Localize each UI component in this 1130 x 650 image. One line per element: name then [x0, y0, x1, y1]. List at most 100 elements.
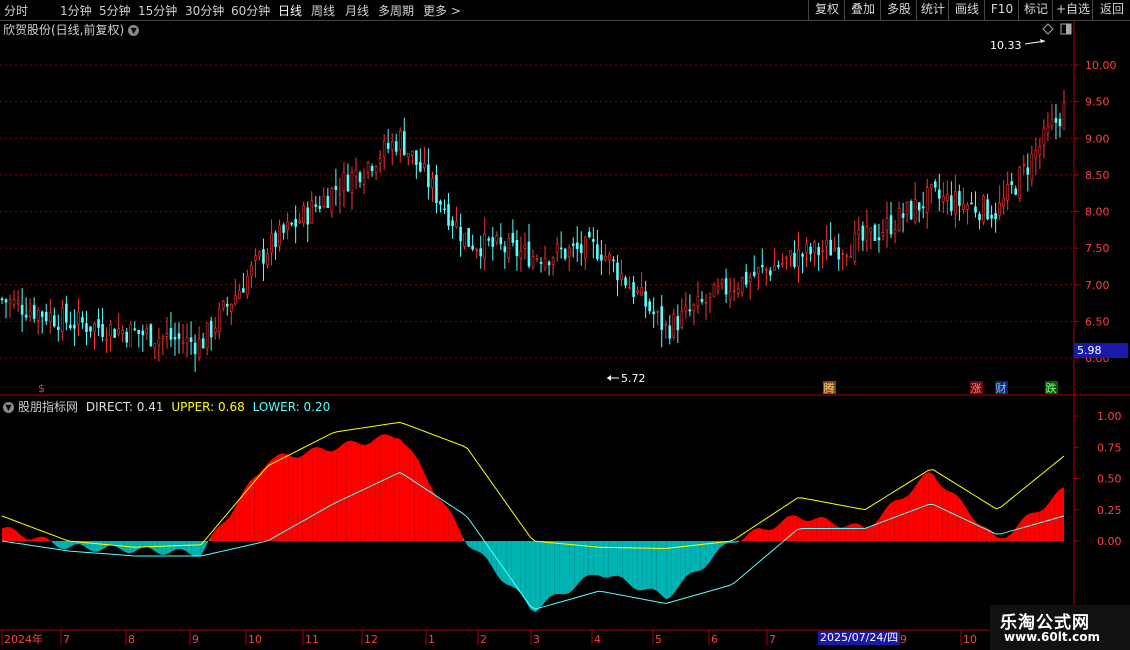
direct-bar [714, 541, 720, 555]
direct-bar [297, 455, 303, 541]
candle-body [845, 255, 849, 258]
marker-die[interactable]: 跌 [1045, 381, 1058, 395]
candle-body [700, 298, 704, 302]
candle-body [563, 248, 567, 259]
direct-bar [520, 541, 526, 602]
candle-body [1038, 146, 1042, 156]
direct-bar [598, 541, 604, 578]
direct-bar [477, 541, 483, 554]
candle-body [85, 323, 88, 332]
panel-toggle-icon[interactable] [1060, 23, 1072, 35]
direct-bar [821, 516, 827, 541]
candle-body [620, 273, 623, 280]
svg-text:跌: 跌 [1046, 381, 1057, 395]
mark-button[interactable]: 标记 [1018, 0, 1053, 20]
direct-bar [419, 461, 424, 541]
marker-teng[interactable]: 腾 [823, 381, 836, 395]
direct-bar [840, 526, 846, 541]
direct-bar [171, 541, 177, 552]
f10-button[interactable]: F10 [984, 0, 1019, 20]
period-multi[interactable]: 多周期 [378, 2, 414, 19]
direct-bar [651, 541, 657, 591]
candle-body [157, 337, 161, 346]
candle-body [419, 162, 422, 172]
time-tick-label: 8 [128, 633, 135, 646]
direct-bar [860, 524, 866, 541]
marker-dollar: $ [38, 382, 45, 395]
svg-text:涨: 涨 [971, 382, 982, 395]
svg-text:腾: 腾 [824, 381, 835, 395]
direct-bar [506, 541, 512, 587]
price-tick-label: 8.00 [1085, 206, 1110, 219]
chevron-down-icon[interactable]: ▼ [3, 402, 14, 413]
candle-body [660, 306, 664, 330]
candle-body [1042, 127, 1046, 146]
direct-bar [666, 541, 672, 600]
candle-body [652, 311, 655, 315]
direct-bar [21, 535, 27, 541]
direct-bar [423, 471, 429, 541]
period-60min[interactable]: 60分钟 [231, 2, 270, 19]
candle-body [246, 275, 249, 296]
direct-bar [181, 541, 187, 552]
period-15min[interactable]: 15分钟 [138, 2, 177, 19]
time-tick-label: 10 [248, 633, 262, 646]
direct-bar [836, 525, 841, 541]
marker-cai[interactable]: 财 [995, 381, 1008, 395]
direct-bar [903, 494, 909, 541]
marker-zhang[interactable]: 涨 [970, 381, 983, 395]
back-button[interactable]: 返回 [1092, 0, 1130, 20]
add-watchlist-button[interactable]: +自选 [1052, 0, 1093, 20]
overlay-button[interactable]: 叠加 [844, 0, 881, 20]
period-fenshi[interactable]: 分时 [4, 2, 28, 19]
candle-body [873, 224, 877, 241]
draw-line-button[interactable]: 画线 [948, 0, 985, 20]
time-tick-label: 7 [769, 633, 776, 646]
fuquan-button[interactable]: 复权 [808, 0, 845, 20]
direct-bar [685, 541, 691, 577]
chevron-down-icon[interactable]: ▼ [128, 25, 140, 36]
diamond-icon[interactable] [1042, 23, 1054, 35]
candle-body [571, 243, 575, 246]
candle-body [366, 162, 370, 174]
candle-body [65, 303, 68, 323]
price-tick-label: 7.50 [1085, 242, 1110, 255]
period-weekly[interactable]: 周线 [311, 2, 335, 19]
candle-body [680, 310, 684, 328]
direct-bar [530, 541, 536, 613]
direct-bar [94, 541, 99, 552]
candle-body [181, 341, 185, 344]
period-1min[interactable]: 1分钟 [60, 2, 92, 19]
direct-bar [215, 525, 221, 541]
direct-bar [55, 541, 61, 549]
lower-value: LOWER: 0.20 [252, 400, 331, 414]
candle-body [61, 307, 64, 332]
candle-body [431, 178, 434, 189]
candle-body [588, 231, 591, 238]
candle-body [1054, 118, 1058, 123]
direct-bar [288, 454, 293, 541]
candle-body [600, 254, 603, 261]
direct-bar [11, 527, 17, 541]
low-label: 5.72 [621, 372, 646, 385]
period-30min[interactable]: 30分钟 [185, 2, 224, 19]
period-5min[interactable]: 5分钟 [99, 2, 131, 19]
multi-stock-button[interactable]: 多股 [880, 0, 917, 20]
period-daily[interactable]: 日线 [278, 2, 302, 19]
candle-body [282, 224, 285, 233]
period-more[interactable]: 更多 > [423, 2, 461, 19]
direct-bar [254, 473, 260, 541]
direct-bar [1054, 489, 1060, 541]
stats-button[interactable]: 统计 [916, 0, 949, 20]
direct-bar [326, 450, 332, 541]
candle-body [507, 238, 511, 258]
direct-bar [186, 541, 192, 555]
direct-bar [986, 527, 992, 541]
period-monthly[interactable]: 月线 [345, 2, 369, 19]
candle-body [81, 317, 84, 323]
candle-body [177, 333, 181, 339]
candle-body [704, 302, 708, 304]
high-label: 10.33 [990, 39, 1022, 52]
direct-bar [928, 471, 934, 541]
direct-bar [1000, 537, 1006, 541]
